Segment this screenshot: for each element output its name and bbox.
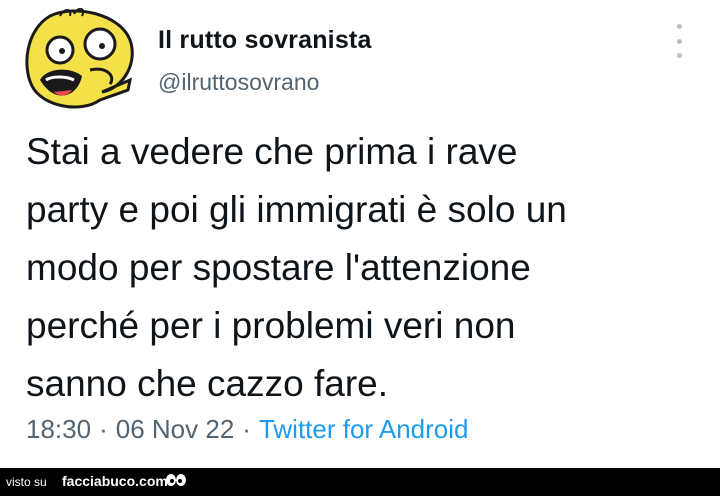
tweet-date[interactable]: 06 Nov 22 <box>116 414 235 444</box>
tweet-text-line: party e poi gli immigrati è solo un <box>26 189 567 230</box>
tweet-text-line: Stai a vedere che prima i rave <box>26 131 518 172</box>
site-name[interactable]: facciabuco.com <box>62 473 168 489</box>
tweet-text-line: modo per spostare l'attenzione <box>26 247 531 288</box>
tweet-time[interactable]: 18:30 <box>26 414 91 444</box>
more-options-icon[interactable] <box>668 24 690 58</box>
avatar[interactable] <box>20 6 144 116</box>
tweet-text-line: perché per i problemi veri non <box>26 305 516 346</box>
tweet-metadata: 18:30 · 06 Nov 22 · Twitter for Android <box>26 414 469 445</box>
user-handle[interactable]: @ilruttosovrano <box>158 69 319 96</box>
separator: · <box>99 414 108 444</box>
visto-su-label: visto su <box>6 475 47 489</box>
tweet-card: Il rutto sovranista @ilruttosovrano Stai… <box>0 0 720 468</box>
eyes-logo-icon <box>166 474 186 486</box>
watermark-bar: visto su facciabuco.com <box>0 468 720 496</box>
display-name[interactable]: Il rutto sovranista <box>158 26 372 55</box>
tweet-source-link[interactable]: Twitter for Android <box>259 414 469 444</box>
tweet-text-line: sanno che cazzo fare. <box>26 363 388 404</box>
tweet-text: Stai a vedere che prima i rave party e p… <box>26 123 706 413</box>
separator: · <box>242 414 251 444</box>
